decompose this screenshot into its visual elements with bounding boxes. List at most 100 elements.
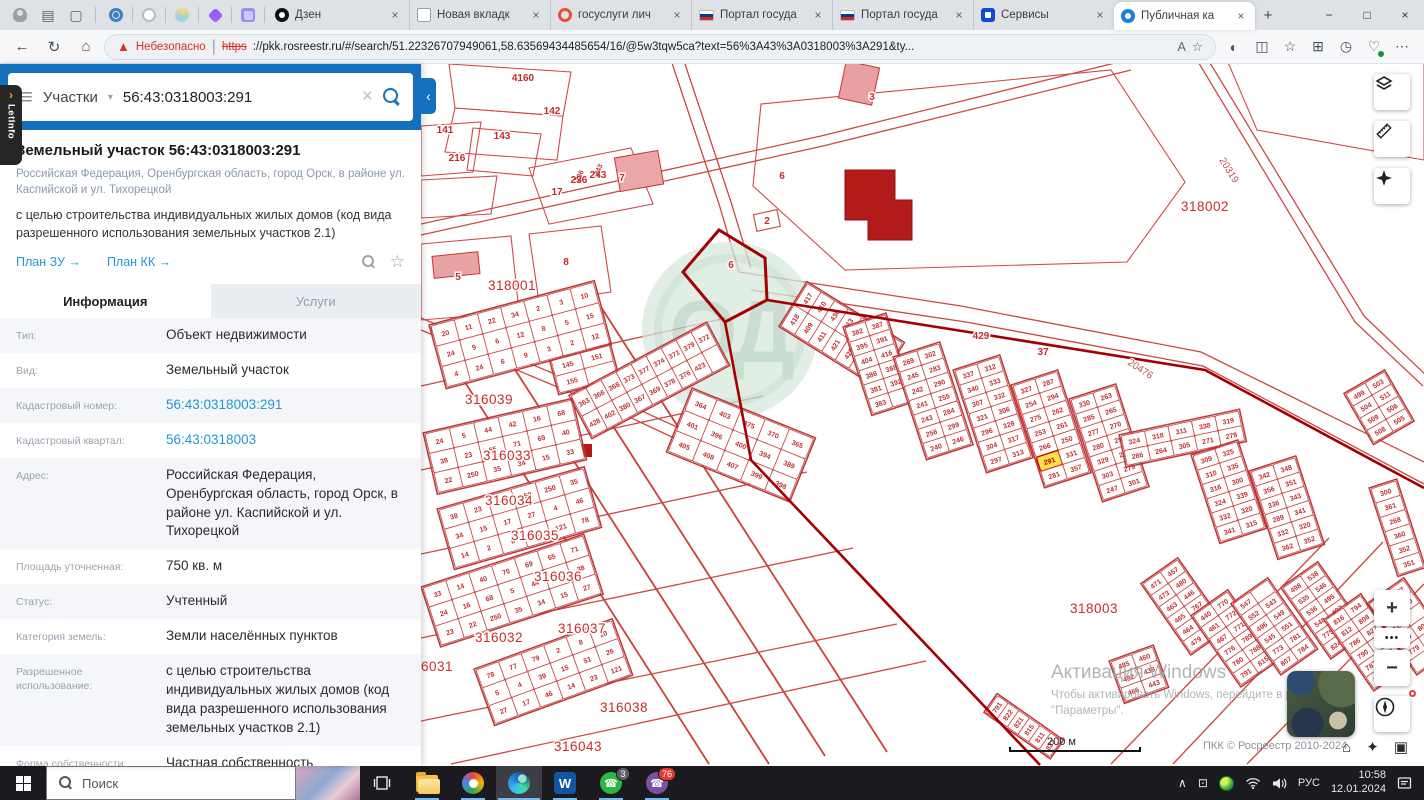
plan-kk-link[interactable]: План КК → (107, 255, 171, 269)
quarter-number-label[interactable]: 318002 (1180, 198, 1231, 216)
read-aloud-icon[interactable]: A (1177, 40, 1185, 54)
collections-icon[interactable]: ⊞ (1304, 33, 1332, 61)
notification-center-icon[interactable] (1397, 776, 1412, 790)
quarter-number-label[interactable]: 318001 (487, 277, 538, 295)
tab-close-icon[interactable]: × (388, 8, 402, 22)
language-indicator[interactable]: РУС (1298, 777, 1320, 789)
clear-search-icon[interactable]: × (362, 86, 373, 108)
quarter-number-label[interactable]: 316033 (482, 447, 533, 465)
my-location-icon[interactable]: ✦ (1366, 738, 1379, 756)
close-button[interactable]: × (1386, 0, 1424, 30)
explorer-taskbar-button[interactable] (404, 766, 450, 800)
viber-taskbar-button[interactable]: ☎ 76 (634, 766, 680, 800)
word-taskbar-button[interactable]: W (542, 766, 588, 800)
browser-tab[interactable]: Дзен × (268, 0, 409, 30)
tab-close-icon[interactable]: × (1234, 9, 1248, 23)
locate-button[interactable] (1374, 168, 1410, 204)
tab-close-icon[interactable]: × (1093, 8, 1107, 22)
parcel-cluster[interactable]: 485460482438466443 (1108, 644, 1170, 705)
history-icon[interactable]: ◷ (1332, 33, 1360, 61)
zoom-to-parcel-icon[interactable] (361, 255, 376, 269)
search-icon[interactable] (383, 88, 401, 106)
new-tab-button[interactable]: + (1255, 2, 1281, 28)
taskbar-search[interactable]: Поиск (46, 766, 296, 800)
profile-icon[interactable] (8, 4, 32, 26)
cadastral-map[interactable]: ОД 145 151 155 363 366 368 373 377 374 371 379 372 42… (421, 64, 1424, 766)
browser-essentials-icon[interactable]: ♡ (1360, 33, 1388, 61)
edge-taskbar-button[interactable] (496, 766, 542, 800)
favorites-icon[interactable]: ☆ (1276, 33, 1304, 61)
photos-taskbar-button[interactable] (450, 766, 496, 800)
quarter-number-label[interactable]: 316032 (474, 629, 525, 647)
zoom-out-button[interactable]: − (1374, 650, 1410, 686)
home-button[interactable]: ⌂ (72, 33, 100, 61)
restore-button[interactable]: □ (1348, 0, 1386, 30)
collapse-panel-button[interactable]: ‹ (421, 78, 436, 114)
quarter-number-label[interactable]: 316034 (484, 492, 535, 510)
tab-close-icon[interactable]: × (952, 8, 966, 22)
quarter-number-label[interactable]: 316036 (533, 568, 584, 586)
whatsapp-taskbar-button[interactable]: ☎ 3 (588, 766, 634, 800)
task-view-button[interactable] (360, 766, 404, 800)
quarter-number-label[interactable]: 316038 (599, 699, 650, 717)
extension-icon[interactable]: ◐ (1220, 33, 1248, 61)
split-screen-icon[interactable]: ◫ (1248, 33, 1276, 61)
workspaces-icon[interactable]: ▤ (36, 4, 60, 26)
browser-tab[interactable]: Портал госуда × (832, 0, 973, 30)
pinned-tab[interactable] (136, 2, 162, 28)
browser-tab[interactable]: Портал госуда × (691, 0, 832, 30)
favorite-star-icon[interactable]: ☆ (1192, 39, 1203, 54)
compass-button[interactable] (1374, 696, 1410, 732)
parcel-cluster[interactable]: 499503504511509506508505 (1342, 368, 1416, 446)
home-view-icon[interactable]: ⌂ (1342, 739, 1351, 756)
tab-actions-icon[interactable]: ▢ (64, 4, 88, 26)
parcel-cluster[interactable]: 300361268360352351 (1368, 478, 1424, 578)
quarter-number-label[interactable]: 316037 (557, 620, 608, 638)
clock[interactable]: 10:58 12.01.2024 (1331, 769, 1386, 797)
volume-icon[interactable] (1272, 777, 1287, 790)
cast-display-icon[interactable]: ⊡ (1198, 776, 1208, 790)
sber-tray-icon[interactable] (1218, 775, 1234, 791)
search-category-select[interactable]: Участки (43, 89, 98, 106)
quarter-number-label[interactable]: 316039 (464, 391, 515, 409)
browser-tab[interactable]: Публичная ка × (1114, 2, 1255, 30)
minimize-button[interactable]: − (1310, 0, 1348, 30)
wifi-icon[interactable] (1245, 777, 1261, 789)
more-tools-button[interactable]: ••• (1374, 628, 1410, 648)
settings-menu-icon[interactable]: ⋯ (1388, 33, 1416, 61)
start-button[interactable] (0, 766, 46, 800)
reload-button[interactable]: ↻ (40, 33, 68, 61)
letinfo-side-tab[interactable]: › LetInfo (0, 85, 22, 165)
tab-close-icon[interactable]: × (670, 8, 684, 22)
quarter-number-label[interactable]: 316031 (421, 658, 454, 676)
tab-information[interactable]: Информация (0, 284, 211, 319)
attribute-value-link[interactable]: 56:43:0318003 (166, 431, 256, 450)
bookmark-star-icon[interactable]: ☆ (390, 252, 405, 272)
widgets-weather-button[interactable] (296, 766, 360, 800)
address-bar[interactable]: ▲ Небезопасно | https ://pkk.rosreestr.r… (104, 33, 1216, 60)
quarter-number-label[interactable]: 318003 (1069, 600, 1120, 618)
pinned-tab[interactable] (235, 2, 261, 28)
pinned-tab[interactable] (169, 2, 195, 28)
parcel-cluster[interactable]: 342348356351336343289341332320362352 (1248, 454, 1326, 561)
tab-close-icon[interactable]: × (811, 8, 825, 22)
measure-button[interactable] (1374, 121, 1410, 157)
tab-services[interactable]: Услуги (210, 284, 421, 319)
pinned-tab[interactable] (103, 2, 129, 28)
browser-tab[interactable]: госуслуги лич × (550, 0, 691, 30)
quarter-number-label[interactable]: 316035 (510, 527, 561, 545)
back-button[interactable]: ← (8, 33, 36, 61)
basemap-thumbnail[interactable] (1287, 671, 1355, 737)
tab-close-icon[interactable]: × (529, 8, 543, 22)
zoom-in-button[interactable]: + (1374, 590, 1410, 626)
tray-chevron-icon[interactable]: ∧ (1178, 776, 1187, 790)
plan-zu-link[interactable]: План ЗУ → (16, 255, 81, 269)
browser-tab[interactable]: Новая вкладк × (409, 0, 550, 30)
quarter-number-label[interactable]: 316043 (553, 738, 604, 756)
chevron-down-icon[interactable]: ▾ (108, 92, 113, 103)
pinned-tab[interactable] (202, 2, 228, 28)
attribute-value-link[interactable]: 56:43:0318003:291 (166, 396, 282, 415)
browser-tab[interactable]: Сервисы × (973, 0, 1114, 30)
layers-button[interactable] (1374, 74, 1410, 110)
fullscreen-map-icon[interactable]: ▣ (1394, 738, 1408, 756)
